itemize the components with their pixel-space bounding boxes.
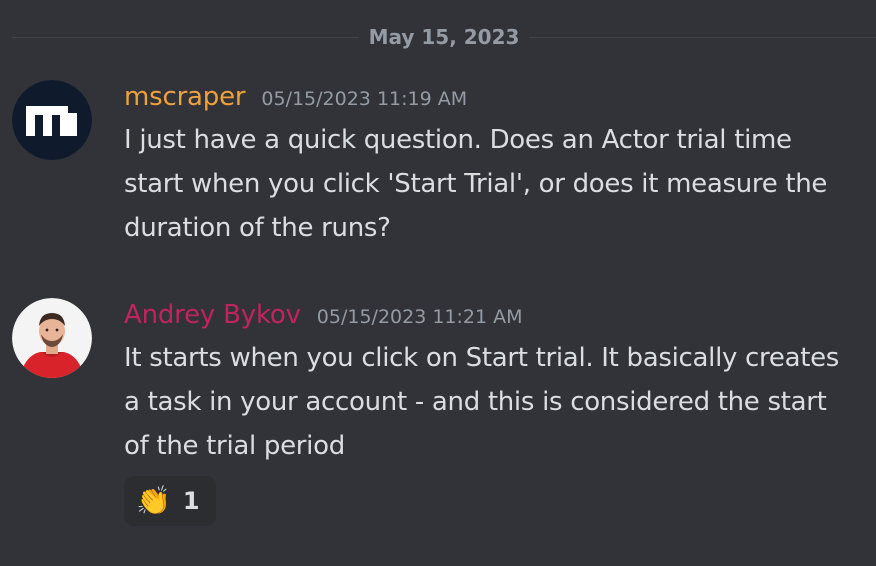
reaction-button[interactable]: 👏 1 [124,476,216,526]
divider-line-right [529,36,876,38]
user-photo-avatar [12,298,92,378]
date-divider: May 15, 2023 [12,22,876,52]
user-avatar[interactable] [12,298,92,378]
timestamp[interactable]: 05/15/2023 11:19 AM [261,88,467,110]
message-content: mscraper 05/15/2023 11:19 AM I just have… [124,82,856,250]
divider-date: May 15, 2023 [368,25,520,49]
username[interactable]: mscraper [124,82,246,112]
message-header: mscraper 05/15/2023 11:19 AM [124,82,856,118]
divider-line-left [12,36,359,38]
message-text: I just have a quick question. Does an Ac… [124,125,828,243]
user-avatar[interactable] [12,80,92,160]
username[interactable]: Andrey Bykov [124,300,301,330]
message-content: Andrey Bykov 05/15/2023 11:21 AM It star… [124,300,856,526]
apify-logo-icon [12,80,92,160]
reaction-count: 1 [182,487,200,515]
timestamp[interactable]: 05/15/2023 11:21 AM [317,306,523,328]
message-text: It starts when you click on Start trial.… [124,343,840,461]
message-header: Andrey Bykov 05/15/2023 11:21 AM [124,300,856,336]
clapping-hands-icon: 👏 [136,484,171,517]
